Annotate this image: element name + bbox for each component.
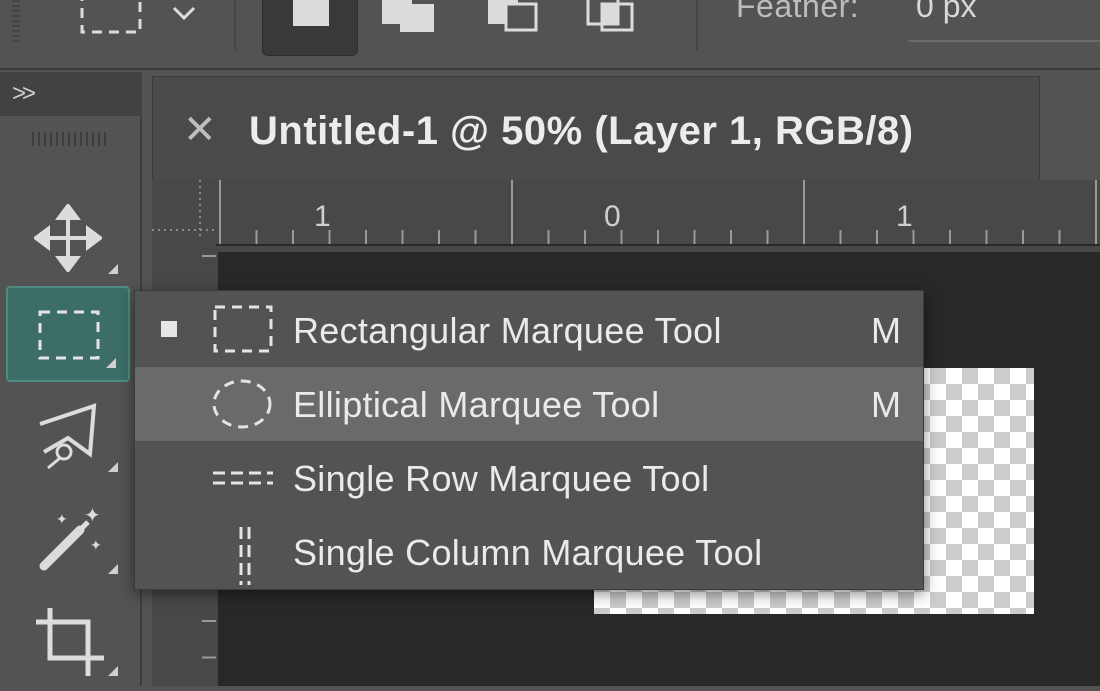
menu-item-shortcut: M	[871, 310, 901, 351]
options-divider	[696, 0, 698, 50]
ruler-label: 1	[896, 200, 913, 233]
add-to-selection-icon	[382, 0, 434, 32]
new-selection-icon	[293, 0, 329, 26]
horizontal-ruler[interactable]: 1 0 1	[216, 180, 1100, 246]
chevron-down-icon	[172, 6, 196, 21]
menu-item-label: Elliptical Marquee Tool	[293, 384, 660, 425]
tool-group-indicator	[108, 462, 118, 472]
marquee-tool-flyout: Rectangular Marquee Tool M Elliptical Ma…	[134, 290, 924, 590]
options-divider	[234, 0, 236, 50]
tool-group-indicator	[106, 358, 116, 368]
tool-group-indicator	[108, 666, 118, 676]
tools-panel: >> ✦ ✦ ✦	[0, 72, 142, 686]
ellipse-marquee-icon	[211, 377, 277, 436]
tools-panel-header: >>	[0, 72, 142, 116]
menu-item-elliptical-marquee[interactable]: Elliptical Marquee Tool M	[135, 367, 923, 441]
collapse-panel-button[interactable]: >>	[12, 80, 36, 108]
magic-wand-icon: ✦ ✦ ✦	[39, 504, 102, 571]
single-row-marquee-icon	[211, 451, 277, 510]
options-bar: Feather: 0 px	[0, 0, 1100, 70]
marquee-tool-button[interactable]	[6, 286, 130, 382]
single-column-marquee-icon	[211, 525, 277, 592]
document-tab[interactable]: ✕ Untitled-1 @ 50% (Layer 1, RGB/8)	[152, 76, 1040, 180]
crop-icon	[36, 608, 104, 676]
feather-label: Feather:	[736, 0, 860, 24]
add-to-selection-button[interactable]	[366, 0, 462, 56]
ruler-label: 1	[314, 200, 331, 233]
subtract-from-selection-icon	[488, 0, 538, 32]
active-tool-indicator	[161, 321, 177, 337]
rect-marquee-icon	[211, 303, 277, 362]
menu-item-single-row-marquee[interactable]: Single Row Marquee Tool	[135, 441, 923, 515]
tools-panel-grip[interactable]	[32, 132, 108, 146]
magic-wand-tool-button[interactable]: ✦ ✦ ✦	[6, 490, 130, 586]
document-title: Untitled-1 @ 50% (Layer 1, RGB/8)	[249, 109, 914, 153]
rect-marquee-icon	[38, 310, 100, 360]
tool-group-indicator	[108, 264, 118, 274]
feather-input[interactable]: 0 px	[908, 0, 1100, 42]
crop-tool-button[interactable]	[6, 592, 130, 688]
menu-item-label: Rectangular Marquee Tool	[293, 310, 722, 351]
marquee-preset-picker[interactable]	[76, 0, 206, 41]
menu-item-label: Single Row Marquee Tool	[293, 458, 710, 499]
subtract-from-selection-button[interactable]	[468, 0, 564, 56]
polygonal-lasso-icon	[39, 403, 97, 470]
menu-item-single-column-marquee[interactable]: Single Column Marquee Tool	[135, 515, 923, 589]
menu-item-label: Single Column Marquee Tool	[293, 532, 763, 573]
tool-group-indicator	[108, 564, 118, 574]
move-tool-button[interactable]	[6, 190, 130, 286]
lasso-tool-button[interactable]	[6, 388, 130, 484]
new-selection-button[interactable]	[262, 0, 358, 56]
ruler-origin[interactable]	[152, 180, 216, 246]
rect-marquee-icon	[80, 0, 196, 34]
svg-text:✦: ✦	[90, 538, 102, 554]
intersect-selection-icon	[586, 0, 634, 32]
ruler-ticks	[219, 180, 1097, 244]
intersect-selection-button[interactable]	[566, 0, 662, 56]
ruler-label: 0	[604, 200, 621, 233]
svg-text:✦: ✦	[56, 512, 68, 528]
menu-item-rectangular-marquee[interactable]: Rectangular Marquee Tool M	[135, 293, 923, 367]
menu-item-shortcut: M	[871, 384, 901, 425]
svg-text:✦: ✦	[84, 504, 101, 527]
close-icon[interactable]: ✕	[183, 107, 217, 153]
move-icon	[34, 204, 102, 272]
options-bar-grip[interactable]	[12, 0, 20, 44]
